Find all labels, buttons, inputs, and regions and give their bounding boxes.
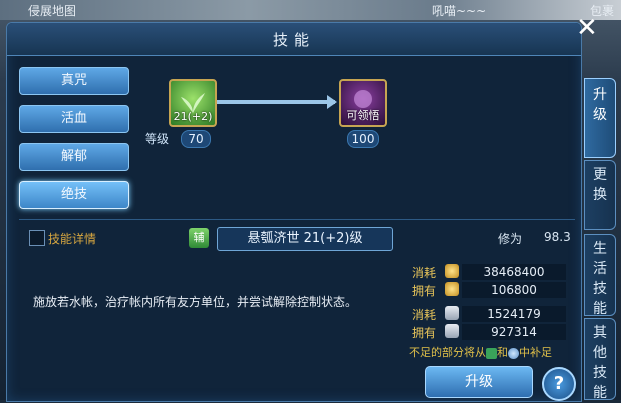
skill-description: 施放若水帐，治疗帐内所有友方单位，并尝试解除控制状态。 xyxy=(33,295,358,309)
scroll-own-label: 拥有 xyxy=(412,326,437,340)
current-level-pill: 70 xyxy=(181,130,211,148)
scroll-own-value: 927314 xyxy=(462,324,566,340)
scroll-consume-value: 1524179 xyxy=(462,306,566,322)
silver-currency-icon xyxy=(508,347,519,359)
note-mid: 和 xyxy=(497,346,508,359)
sidebar-item-jieyu[interactable]: 解郁 xyxy=(19,143,129,171)
next-skill-status: 可领悟 xyxy=(346,109,380,122)
jade-currency-icon xyxy=(486,347,497,359)
current-skill-level: 21(+2) xyxy=(173,110,213,123)
sidebar-item-huoxue[interactable]: 活血 xyxy=(19,105,129,133)
sidebar-item-zhenzhou[interactable]: 真咒 xyxy=(19,67,129,95)
window-title: 技能 xyxy=(272,31,315,49)
upgrade-arrow xyxy=(217,100,335,104)
tab-replace[interactable]: 更换 xyxy=(584,160,616,230)
arrow-head-icon xyxy=(327,95,337,109)
current-skill-icon[interactable]: 21(+2) xyxy=(169,79,217,127)
note-post: 中补足 xyxy=(519,346,552,359)
upgrade-button[interactable]: 升级 xyxy=(425,366,533,398)
tab-life-skills-label: 生活技能 xyxy=(593,241,607,317)
level-label: 等级 xyxy=(145,132,170,146)
skill-detail-label: 技能详情 xyxy=(48,232,97,246)
skill-detail-checkbox[interactable] xyxy=(29,230,45,246)
scroll-consume-label: 消耗 xyxy=(412,308,437,322)
coin-own-label: 拥有 xyxy=(412,284,437,298)
skill-window: 技能 真咒 活血 解郁 绝技 21(+2) 可领悟 等级 70 100 技能详情… xyxy=(6,22,582,402)
next-level-pill: 100 xyxy=(347,130,379,148)
scroll-icon xyxy=(445,306,459,320)
cultivation-label: 修为 xyxy=(498,232,523,246)
scroll-icon xyxy=(445,324,459,338)
coin-consume-value: 38468400 xyxy=(462,264,566,280)
tab-upgrade-label: 升级 xyxy=(593,87,607,123)
section-divider xyxy=(19,219,575,220)
tab-replace-label: 更换 xyxy=(593,167,607,203)
note-pre: 不足的部分将从 xyxy=(409,346,486,359)
tab-other-skills[interactable]: 其他技能 xyxy=(584,318,616,401)
hud-chat-text: 吼喵~~~ xyxy=(432,4,487,18)
coin-own-value: 106800 xyxy=(462,282,566,298)
shortfall-note: 不足的部分将从和中补足 xyxy=(409,344,552,360)
tab-life-skills[interactable]: 生活技能 xyxy=(584,234,616,317)
top-hud-strip: 侵展地图 吼喵~~~ 包裹 xyxy=(0,0,621,20)
skill-name-bar: 悬瓠济世 21(+2)级 xyxy=(217,227,393,251)
aux-tag-icon: 辅 xyxy=(189,228,209,248)
gold-coin-icon xyxy=(445,282,459,296)
coin-consume-label: 消耗 xyxy=(412,266,437,280)
next-skill-icon[interactable]: 可领悟 xyxy=(339,79,387,127)
close-icon[interactable]: ✕ xyxy=(576,15,600,41)
hud-left-text: 侵展地图 xyxy=(28,4,77,18)
sidebar-item-jueji[interactable]: 绝技 xyxy=(19,181,129,209)
tab-other-skills-label: 其他技能 xyxy=(593,325,607,401)
help-button[interactable]: ? xyxy=(542,367,576,401)
gold-coin-icon xyxy=(445,264,459,278)
tab-upgrade[interactable]: 升级 xyxy=(584,78,616,158)
title-bar: 技能 xyxy=(7,23,581,56)
cultivation-value: 98.3 xyxy=(544,230,571,244)
